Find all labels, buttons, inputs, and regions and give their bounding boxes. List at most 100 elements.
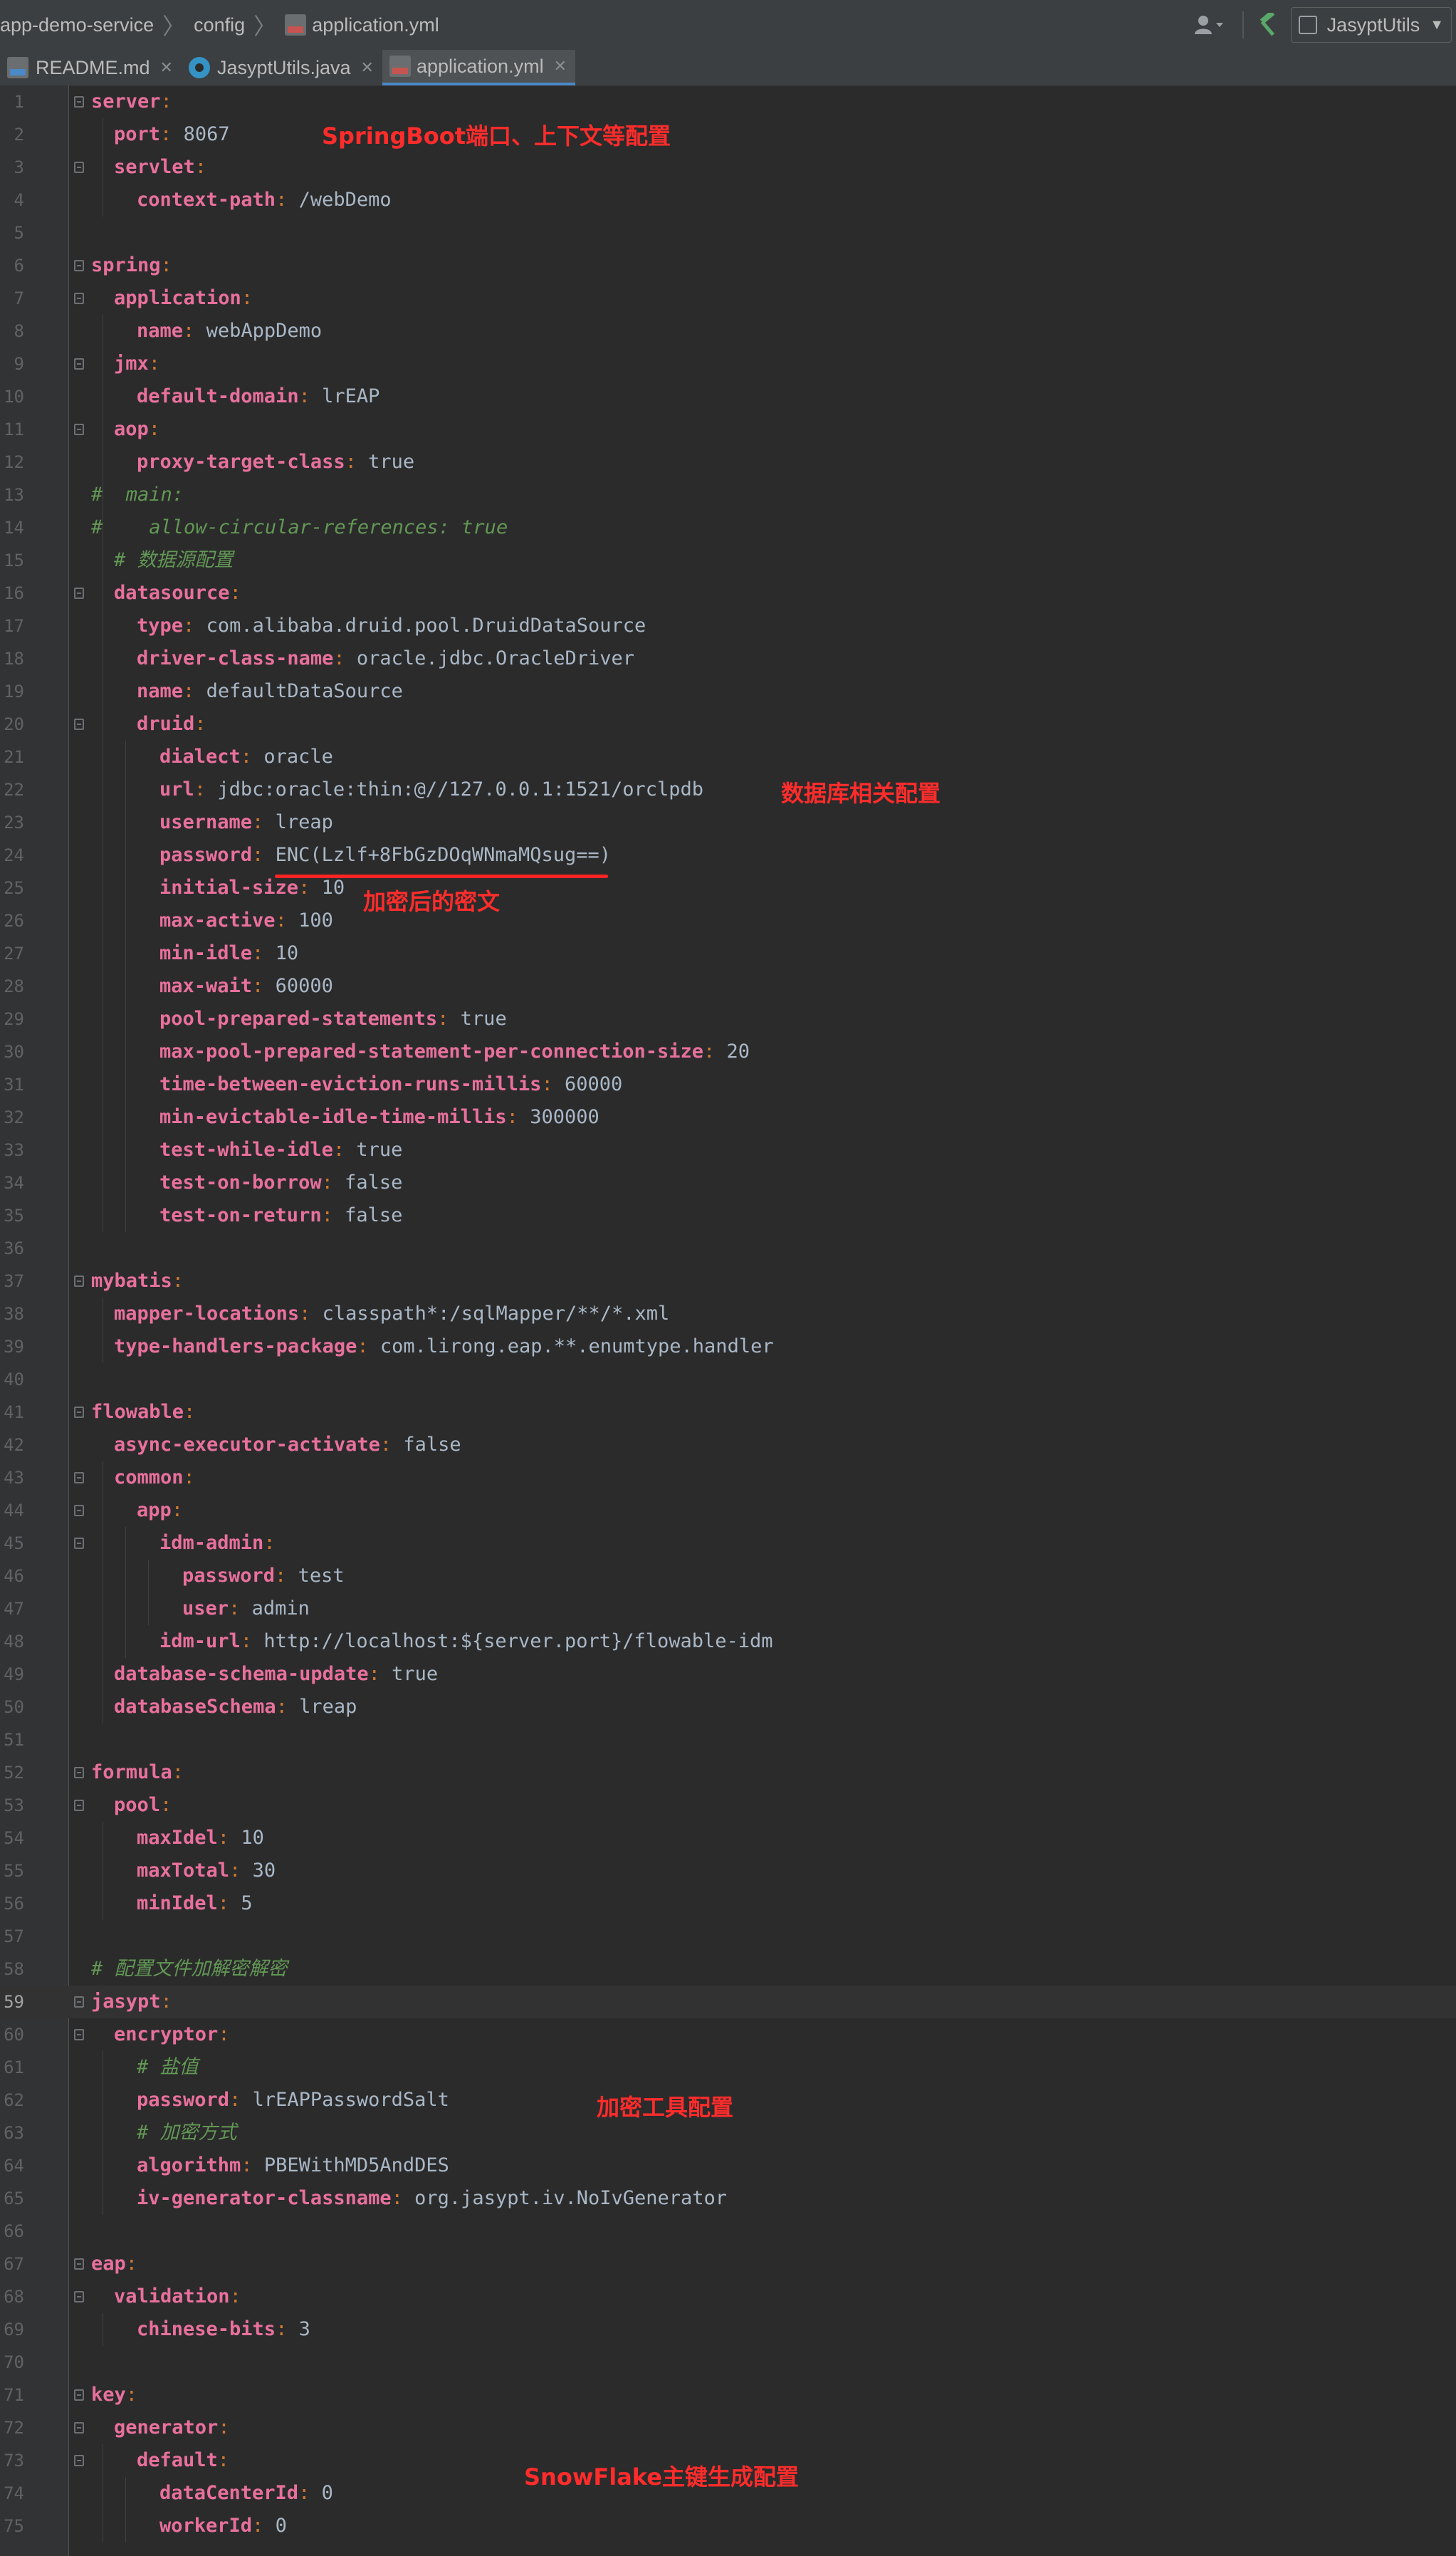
code-line[interactable]: 34 test-on-borrow: false bbox=[0, 1167, 1456, 1199]
code-line[interactable]: 12 proxy-target-class: true bbox=[0, 446, 1456, 479]
code-line[interactable]: 24 password: ENC(Lzlf+8FbGzDOqWNmaMQsug==… bbox=[0, 839, 1456, 872]
fold-toggle-icon[interactable] bbox=[74, 2455, 84, 2466]
build-hammer-icon[interactable] bbox=[1254, 11, 1282, 39]
fold-toggle-icon[interactable] bbox=[74, 260, 84, 271]
code-line[interactable]: 45 idm-admin: bbox=[0, 1527, 1456, 1560]
code-line[interactable]: 60 encryptor: bbox=[0, 2018, 1456, 2051]
code-line[interactable]: 57 bbox=[0, 1920, 1456, 1953]
code-line[interactable]: 37 mybatis: bbox=[0, 1265, 1456, 1298]
code-line[interactable]: 32 min-evictable-idle-time-millis: 300000 bbox=[0, 1101, 1456, 1134]
code-line[interactable]: 72 generator: bbox=[0, 2411, 1456, 2444]
code-line[interactable]: 4 context-path: /webDemo bbox=[0, 184, 1456, 217]
breadcrumb-item-project[interactable]: app-demo-service bbox=[0, 14, 154, 36]
code-line[interactable]: 9 jmx: bbox=[0, 348, 1456, 380]
code-line[interactable]: 44 app: bbox=[0, 1494, 1456, 1527]
code-line[interactable]: 25 initial-size: 10 bbox=[0, 872, 1456, 904]
fold-toggle-icon[interactable] bbox=[74, 1538, 84, 1549]
fold-toggle-icon[interactable] bbox=[74, 2422, 84, 2434]
code-line[interactable]: 2 port: 8067 bbox=[0, 118, 1456, 151]
code-line[interactable]: 48 idm-url: http://localhost:${server.por… bbox=[0, 1625, 1456, 1658]
code-line[interactable]: 58 # 配置文件加解密解密 bbox=[0, 1953, 1456, 1986]
code-line[interactable]: 46 password: test bbox=[0, 1560, 1456, 1592]
code-line[interactable]: 43 common: bbox=[0, 1461, 1456, 1494]
code-line[interactable]: 51 bbox=[0, 1723, 1456, 1756]
tab-application-yml[interactable]: application.yml ✕ bbox=[382, 50, 576, 85]
code-line[interactable]: 54 maxIdel: 10 bbox=[0, 1822, 1456, 1855]
code-line[interactable]: 8 name: webAppDemo bbox=[0, 315, 1456, 348]
fold-toggle-icon[interactable] bbox=[74, 96, 84, 108]
fold-toggle-icon[interactable] bbox=[74, 424, 84, 435]
code-line[interactable]: 40 bbox=[0, 1363, 1456, 1396]
code-line[interactable]: 66 bbox=[0, 2215, 1456, 2248]
fold-toggle-icon[interactable] bbox=[74, 588, 84, 599]
breadcrumb-item-folder[interactable]: config bbox=[194, 14, 245, 36]
code-line[interactable]: 28 max-wait: 60000 bbox=[0, 970, 1456, 1003]
tab-readme[interactable]: README.md ✕ bbox=[0, 50, 182, 85]
fold-toggle-icon[interactable] bbox=[74, 1472, 84, 1483]
code-line[interactable]: 31 time-between-eviction-runs-millis: 600… bbox=[0, 1068, 1456, 1101]
code-line[interactable]: 26 max-active: 100 bbox=[0, 904, 1456, 937]
code-line[interactable]: 14 # allow-circular-references: true bbox=[0, 511, 1456, 544]
fold-toggle-icon[interactable] bbox=[74, 1276, 84, 1287]
fold-toggle-icon[interactable] bbox=[74, 1996, 84, 2008]
code-line[interactable]: 53 pool: bbox=[0, 1789, 1456, 1822]
fold-toggle-icon[interactable] bbox=[74, 358, 84, 370]
code-line[interactable]: 50 databaseSchema: lreap bbox=[0, 1691, 1456, 1723]
close-icon[interactable]: ✕ bbox=[361, 58, 374, 77]
code-line[interactable]: 13 # main: bbox=[0, 479, 1456, 511]
code-line[interactable]: 42 async-executor-activate: false bbox=[0, 1429, 1456, 1461]
code-line[interactable]: 33 test-while-idle: true bbox=[0, 1134, 1456, 1167]
code-editor[interactable]: 1 server: 2 port: 8067 3 servlet: 4 context-pat… bbox=[0, 85, 1456, 2556]
code-line[interactable]: 52 formula: bbox=[0, 1756, 1456, 1789]
code-line[interactable]: 17 type: com.alibaba.druid.pool.DruidData… bbox=[0, 610, 1456, 642]
code-line[interactable]: 69 chinese-bits: 3 bbox=[0, 2313, 1456, 2346]
code-line[interactable]: 61 # 盐值 bbox=[0, 2051, 1456, 2084]
code-line[interactable]: 75 workerId: 0 bbox=[0, 2510, 1456, 2542]
code-line[interactable]: 20 druid: bbox=[0, 708, 1456, 741]
fold-toggle-icon[interactable] bbox=[74, 2258, 84, 2270]
code-line[interactable]: 65 iv-generator-classname: org.jasypt.iv.… bbox=[0, 2182, 1456, 2215]
code-line[interactable]: 21 dialect: oracle bbox=[0, 741, 1456, 773]
code-line[interactable]: 15 # 数据源配置 bbox=[0, 544, 1456, 577]
fold-toggle-icon[interactable] bbox=[74, 293, 84, 304]
code-line[interactable]: 36 bbox=[0, 1232, 1456, 1265]
code-line[interactable]: 16 datasource: bbox=[0, 577, 1456, 610]
code-line[interactable]: 56 minIdel: 5 bbox=[0, 1887, 1456, 1920]
code-line[interactable]: 6 spring: bbox=[0, 249, 1456, 282]
fold-toggle-icon[interactable] bbox=[74, 1800, 84, 1811]
code-line[interactable]: 5 bbox=[0, 217, 1456, 249]
code-line[interactable]: 1 server: bbox=[0, 85, 1456, 118]
code-line[interactable]: 30 max-pool-prepared-statement-per-connec… bbox=[0, 1036, 1456, 1068]
code-line[interactable]: 7 application: bbox=[0, 282, 1456, 315]
code-line[interactable]: 71 key: bbox=[0, 2379, 1456, 2411]
code-lines[interactable]: 1 server: 2 port: 8067 3 servlet: 4 context-pat… bbox=[0, 85, 1456, 2542]
code-line[interactable]: 29 pool-prepared-statements: true bbox=[0, 1003, 1456, 1036]
code-line[interactable]: 3 servlet: bbox=[0, 151, 1456, 184]
fold-toggle-icon[interactable] bbox=[74, 1407, 84, 1418]
tab-jasyptutils[interactable]: JasyptUtils.java ✕ bbox=[182, 50, 382, 85]
code-line[interactable]: 47 user: admin bbox=[0, 1592, 1456, 1625]
fold-toggle-icon[interactable] bbox=[74, 2389, 84, 2401]
code-line[interactable]: 38 mapper-locations: classpath*:/sqlMappe… bbox=[0, 1298, 1456, 1330]
code-line[interactable]: 39 type-handlers-package: com.lirong.eap.… bbox=[0, 1330, 1456, 1363]
code-line[interactable]: 35 test-on-return: false bbox=[0, 1199, 1456, 1232]
breadcrumb-item-file[interactable]: application.yml bbox=[285, 14, 439, 36]
code-line[interactable]: 19 name: defaultDataSource bbox=[0, 675, 1456, 708]
code-line[interactable]: 67 eap: bbox=[0, 2248, 1456, 2280]
fold-toggle-icon[interactable] bbox=[74, 1767, 84, 1778]
fold-toggle-icon[interactable] bbox=[74, 1505, 84, 1516]
code-line[interactable]: 18 driver-class-name: oracle.jdbc.OracleD… bbox=[0, 642, 1456, 675]
code-line[interactable]: 41 flowable: bbox=[0, 1396, 1456, 1429]
code-line[interactable]: 23 username: lreap bbox=[0, 806, 1456, 839]
code-line[interactable]: 68 validation: bbox=[0, 2280, 1456, 2313]
user-account-icon[interactable] bbox=[1193, 12, 1225, 38]
fold-toggle-icon[interactable] bbox=[74, 719, 84, 730]
code-line[interactable]: 49 database-schema-update: true bbox=[0, 1658, 1456, 1691]
code-line[interactable]: 55 maxTotal: 30 bbox=[0, 1855, 1456, 1887]
code-line[interactable]: 27 min-idle: 10 bbox=[0, 937, 1456, 970]
close-icon[interactable]: ✕ bbox=[554, 57, 567, 75]
fold-toggle-icon[interactable] bbox=[74, 162, 84, 173]
fold-toggle-icon[interactable] bbox=[74, 2029, 84, 2040]
run-configuration-select[interactable]: JasyptUtils ▼ bbox=[1290, 7, 1452, 43]
fold-toggle-icon[interactable] bbox=[74, 2291, 84, 2302]
